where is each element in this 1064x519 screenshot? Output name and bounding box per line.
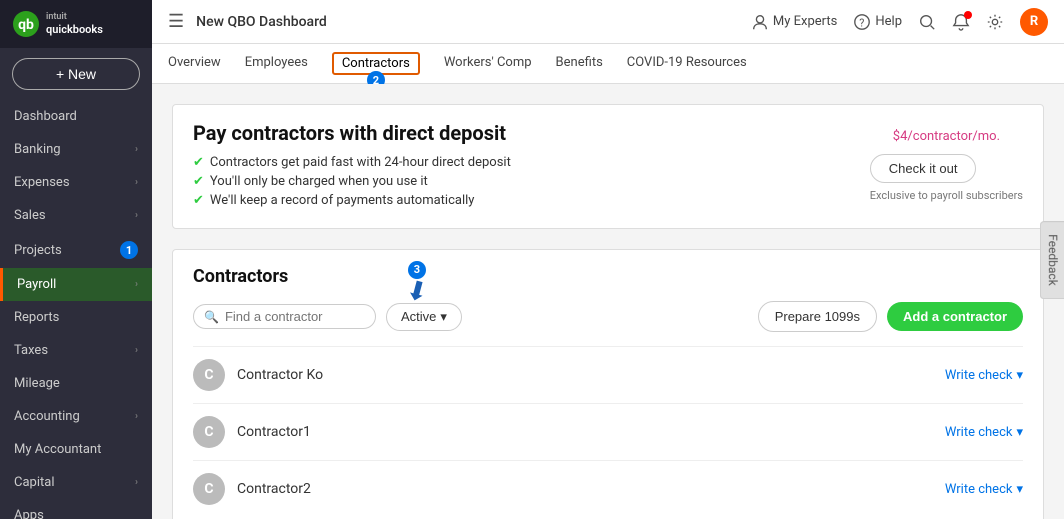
write-check-button[interactable]: Write check ▾ (945, 482, 1023, 497)
sidebar-item-dashboard[interactable]: Dashboard (0, 100, 152, 133)
sidebar-item-expenses[interactable]: Expenses › (0, 166, 152, 199)
promo-feature-2: ✔ You'll only be charged when you use it (193, 174, 511, 189)
sidebar-item-capital[interactable]: Capital › (0, 466, 152, 499)
tab-employees[interactable]: Employees (245, 45, 308, 82)
contractor-name: Contractor2 (237, 481, 311, 497)
search-input[interactable] (225, 309, 365, 324)
sidebar-item-apps[interactable]: Apps (0, 499, 152, 519)
sidebar-item-taxes[interactable]: Taxes › (0, 334, 152, 367)
promo-feature-1: ✔ Contractors get paid fast with 24-hour… (193, 155, 511, 170)
contractors-heading: Contractors (193, 266, 1023, 287)
promo-price: $4/contractor/mo. (870, 121, 1023, 146)
chevron-down-icon: ▾ (1016, 425, 1023, 440)
exclusive-text: Exclusive to payroll subscribers (870, 189, 1023, 202)
avatar[interactable]: R (1020, 8, 1048, 36)
quickbooks-logo-text: intuit quickbooks (46, 12, 103, 36)
hamburger-icon[interactable]: ☰ (168, 11, 184, 32)
find-contractor-search[interactable]: 🔍 (193, 304, 376, 329)
arrow-down-icon: ⬇ (403, 276, 431, 307)
chevron-right-icon: › (135, 477, 138, 488)
notifications-button[interactable] (952, 13, 970, 31)
check-icon: ✔ (193, 155, 204, 170)
tab-overview[interactable]: Overview (168, 45, 221, 82)
main-area: ☰ New QBO Dashboard My Experts ? Help R (152, 0, 1064, 519)
step-3-indicator: 3 ⬇ (406, 261, 428, 305)
chevron-right-icon: › (135, 279, 138, 290)
new-button[interactable]: + New (12, 58, 140, 90)
question-icon: ? (853, 13, 871, 31)
sidebar-item-sales[interactable]: Sales › (0, 199, 152, 232)
avatar: C (193, 359, 225, 391)
person-icon (751, 13, 769, 31)
my-experts-button[interactable]: My Experts (751, 13, 837, 31)
sidebar-item-reports[interactable]: Reports (0, 301, 152, 334)
contractors-toolbar: 🔍 Active ▾ 3 ⬇ Prepare 1099s Ad (193, 301, 1023, 332)
check-it-out-button[interactable]: Check it out (870, 154, 977, 183)
sidebar-item-banking[interactable]: Banking › (0, 133, 152, 166)
svg-text:?: ? (860, 16, 865, 29)
check-icon: ✔ (193, 174, 204, 189)
promo-left: Pay contractors with direct deposit ✔ Co… (193, 121, 511, 212)
promo-right: $4/contractor/mo. Check it out Exclusive… (870, 121, 1023, 202)
gear-icon (986, 13, 1004, 31)
check-icon: ✔ (193, 193, 204, 208)
prepare-1099s-button[interactable]: Prepare 1099s (758, 301, 877, 332)
search-icon: 🔍 (204, 310, 219, 324)
contractor-name: Contractor1 (237, 424, 311, 440)
page-title: New QBO Dashboard (196, 14, 751, 30)
chevron-down-icon: ▾ (1016, 368, 1023, 383)
chevron-down-icon: ▾ (440, 309, 447, 325)
sidebar-item-accounting[interactable]: Accounting › (0, 400, 152, 433)
write-check-button[interactable]: Write check ▾ (945, 368, 1023, 383)
tab-benefits[interactable]: Benefits (556, 45, 603, 82)
chevron-right-icon: › (135, 345, 138, 356)
avatar: C (193, 473, 225, 505)
add-contractor-button[interactable]: Add a contractor (887, 302, 1023, 331)
tab-workers-comp[interactable]: Workers' Comp (444, 45, 532, 82)
badge-1: 1 (120, 241, 138, 259)
contractors-section: Contractors 🔍 Active ▾ 3 ⬇ (172, 249, 1044, 519)
avatar: C (193, 416, 225, 448)
chevron-right-icon: › (135, 411, 138, 422)
write-check-button[interactable]: Write check ▾ (945, 425, 1023, 440)
promo-banner: Pay contractors with direct deposit ✔ Co… (172, 104, 1044, 229)
sidebar-logo: qb intuit quickbooks (0, 0, 152, 48)
notification-dot (964, 11, 972, 19)
search-button[interactable] (918, 13, 936, 31)
contractor-row: C Contractor1 Write check ▾ (193, 403, 1023, 460)
promo-title: Pay contractors with direct deposit (193, 121, 511, 145)
sidebar-item-payroll[interactable]: Payroll › (0, 268, 152, 301)
contractor-row: C Contractor2 Write check ▾ (193, 460, 1023, 517)
contractor-left: C Contractor2 (193, 473, 311, 505)
sidebar-item-projects[interactable]: Projects 1 (0, 232, 152, 268)
sidebar-item-mileage[interactable]: Mileage (0, 367, 152, 400)
contractor-name: Contractor Ko (237, 367, 323, 383)
help-button[interactable]: ? Help (853, 13, 902, 31)
topbar: ☰ New QBO Dashboard My Experts ? Help R (152, 0, 1064, 44)
quickbooks-logo-icon: qb (12, 10, 40, 38)
content-area: Pay contractors with direct deposit ✔ Co… (152, 84, 1064, 519)
contractor-left: C Contractor1 (193, 416, 311, 448)
svg-text:qb: qb (18, 17, 34, 33)
settings-button[interactable] (986, 13, 1004, 31)
chevron-right-icon: › (135, 210, 138, 221)
sidebar: qb intuit quickbooks + New Dashboard Ban… (0, 0, 152, 519)
tab-covid-resources[interactable]: COVID-19 Resources (627, 45, 747, 82)
chevron-right-icon: › (135, 177, 138, 188)
contractor-left: C Contractor Ko (193, 359, 323, 391)
chevron-right-icon: › (135, 144, 138, 155)
contractor-row: C Contractor Ko Write check ▾ (193, 346, 1023, 403)
sidebar-item-my-accountant[interactable]: My Accountant (0, 433, 152, 466)
search-icon (918, 13, 936, 31)
promo-feature-3: ✔ We'll keep a record of payments automa… (193, 193, 511, 208)
topbar-actions: My Experts ? Help R (751, 8, 1048, 36)
feedback-tab[interactable]: Feedback (1040, 221, 1064, 299)
chevron-down-icon: ▾ (1016, 482, 1023, 497)
badge-3-wrapper: Active ▾ 3 ⬇ (386, 303, 462, 331)
tab-contractors[interactable]: Contractors 2 (332, 52, 420, 75)
tabs-bar: Overview Employees Contractors 2 Workers… (152, 44, 1064, 84)
